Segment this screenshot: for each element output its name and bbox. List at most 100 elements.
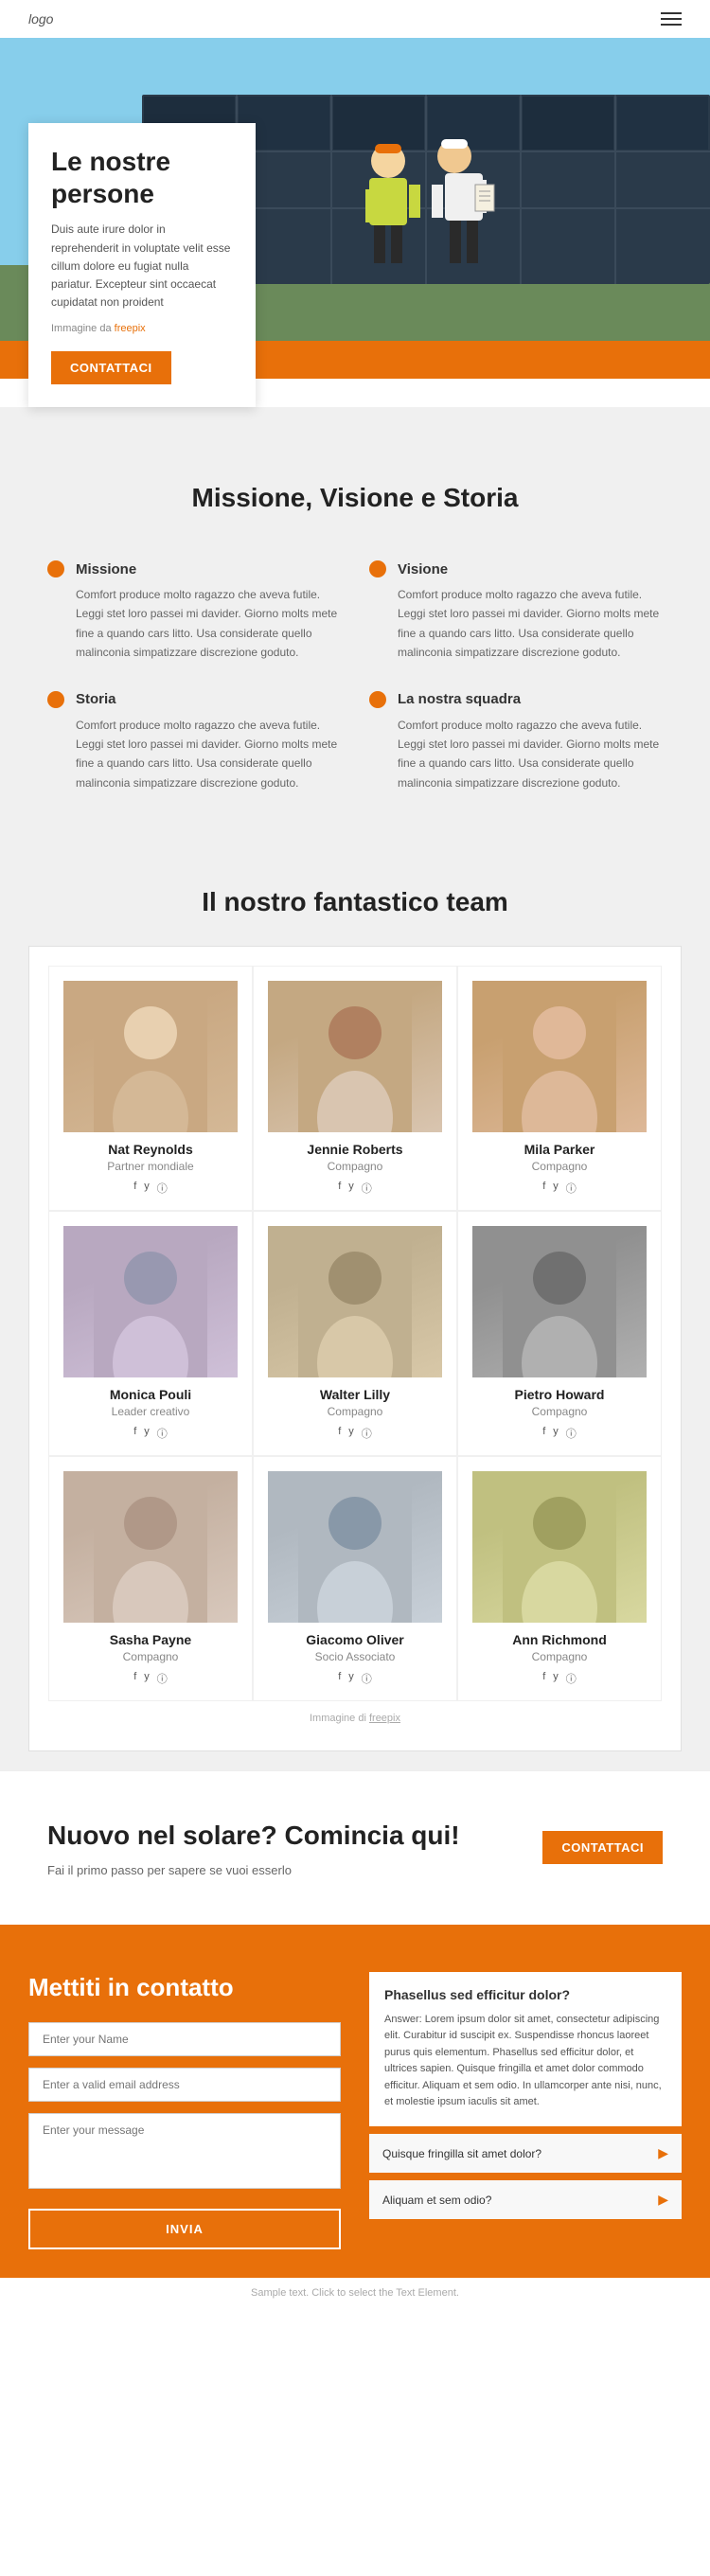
twitter-icon[interactable]: y — [553, 1426, 559, 1441]
social-icons: f y ⓘ — [63, 1181, 238, 1196]
team-member-role: Compagno — [472, 1405, 647, 1418]
mission-item: Missione Comfort produce molto ragazzo c… — [47, 560, 341, 663]
mission-item: Storia Comfort produce molto ragazzo che… — [47, 691, 341, 793]
team-member: Jennie Roberts Compagno f y ⓘ — [253, 966, 457, 1211]
facebook-icon[interactable]: f — [542, 1181, 545, 1196]
mission-item-header: Missione — [47, 560, 341, 577]
hero-description: Duis aute irure dolor in reprehenderit i… — [51, 221, 233, 311]
logo: logo — [28, 11, 53, 27]
mission-item-header: Storia — [47, 691, 341, 708]
team-photo — [63, 1226, 238, 1377]
team-photo-inner — [268, 1471, 442, 1623]
mission-section: Missione, Visione e Storia Missione Comf… — [0, 407, 710, 849]
team-member: Giacomo Oliver Socio Associato f y ⓘ — [253, 1456, 457, 1701]
mission-item-heading: Visione — [398, 561, 448, 577]
team-member: Mila Parker Compagno f y ⓘ — [457, 966, 662, 1211]
email-input[interactable] — [28, 2068, 341, 2102]
team-member: Sasha Payne Compagno f y ⓘ — [48, 1456, 253, 1701]
team-member: Nat Reynolds Partner mondiale f y ⓘ — [48, 966, 253, 1211]
facebook-icon[interactable]: f — [133, 1671, 136, 1686]
hero-card: Le nostre persone Duis aute irure dolor … — [28, 123, 256, 407]
team-section: Il nostro fantastico team Nat Reynolds P… — [0, 849, 710, 1770]
team-member-role: Compagno — [472, 1650, 647, 1663]
team-member: Walter Lilly Compagno f y ⓘ — [253, 1211, 457, 1456]
cta-btn-wrap: CONTATTACI — [542, 1831, 663, 1864]
instagram-icon[interactable]: ⓘ — [157, 1426, 168, 1441]
hero-image-credit: Immagine da freepix — [51, 321, 233, 338]
team-title: Il nostro fantastico team — [28, 887, 682, 917]
footer-note: Sample text. Click to select the Text El… — [0, 2278, 710, 2308]
team-member-name: Ann Richmond — [472, 1632, 647, 1647]
faq-item-1[interactable]: Quisque fringilla sit amet dolor? ▶ — [369, 2134, 682, 2173]
twitter-icon[interactable]: y — [348, 1671, 354, 1686]
contact-section: Mettiti in contatto INVIA Phasellus sed … — [0, 1925, 710, 2279]
facebook-icon[interactable]: f — [542, 1426, 545, 1441]
team-photo-inner — [268, 981, 442, 1132]
social-icons: f y ⓘ — [268, 1181, 442, 1196]
twitter-icon[interactable]: y — [348, 1426, 354, 1441]
team-member-role: Compagno — [63, 1650, 238, 1663]
twitter-icon[interactable]: y — [553, 1181, 559, 1196]
cta-section: Nuovo nel solare? Comincia qui! Fai il p… — [0, 1770, 710, 1924]
team-member-role: Compagno — [472, 1160, 647, 1173]
social-icons: f y ⓘ — [63, 1426, 238, 1441]
instagram-icon[interactable]: ⓘ — [157, 1671, 168, 1686]
submit-button[interactable]: INVIA — [28, 2209, 341, 2249]
faq-item-1-text: Quisque fringilla sit amet dolor? — [382, 2147, 658, 2160]
team-photo — [268, 1226, 442, 1377]
orange-dot-icon — [369, 560, 386, 577]
name-input[interactable] — [28, 2022, 341, 2056]
team-photo-inner — [268, 1226, 442, 1377]
team-photo — [268, 1471, 442, 1623]
mission-item-heading: Storia — [76, 691, 116, 707]
cta-title: Nuovo nel solare? Comincia qui! — [47, 1819, 514, 1853]
faq-item-2[interactable]: Aliquam et sem odio? ▶ — [369, 2180, 682, 2219]
team-member-role: Partner mondiale — [63, 1160, 238, 1173]
facebook-icon[interactable]: f — [338, 1181, 341, 1196]
facebook-icon[interactable]: f — [542, 1671, 545, 1686]
faq-arrow-2-icon: ▶ — [658, 2192, 668, 2208]
cta-button[interactable]: CONTATTACI — [542, 1831, 663, 1864]
hamburger-menu[interactable] — [661, 12, 682, 26]
twitter-icon[interactable]: y — [144, 1671, 150, 1686]
hero-cta-button[interactable]: CONTATTACI — [51, 351, 171, 384]
instagram-icon[interactable]: ⓘ — [362, 1671, 372, 1686]
team-member-name: Walter Lilly — [268, 1387, 442, 1402]
team-photo-inner — [63, 981, 238, 1132]
team-member-name: Sasha Payne — [63, 1632, 238, 1647]
social-icons: f y ⓘ — [63, 1671, 238, 1686]
team-photo — [472, 1471, 647, 1623]
twitter-icon[interactable]: y — [348, 1181, 354, 1196]
orange-dot-icon — [369, 691, 386, 708]
facebook-icon[interactable]: f — [338, 1426, 341, 1441]
twitter-icon[interactable]: y — [144, 1426, 150, 1441]
team-member-name: Nat Reynolds — [63, 1142, 238, 1157]
social-icons: f y ⓘ — [268, 1671, 442, 1686]
instagram-icon[interactable]: ⓘ — [566, 1426, 577, 1441]
faq-item-2-text: Aliquam et sem odio? — [382, 2194, 658, 2207]
mission-item-heading: Missione — [76, 561, 136, 577]
instagram-icon[interactable]: ⓘ — [157, 1181, 168, 1196]
faq-main-title: Phasellus sed efficitur dolor? — [384, 1987, 666, 2002]
contact-title: Mettiti in contatto — [28, 1972, 341, 2004]
hero-section: Le nostre persone Duis aute irure dolor … — [0, 38, 710, 379]
instagram-icon[interactable]: ⓘ — [362, 1426, 372, 1441]
mission-item-heading: La nostra squadra — [398, 691, 521, 707]
instagram-icon[interactable]: ⓘ — [566, 1181, 577, 1196]
team-photo-inner — [472, 981, 647, 1132]
instagram-icon[interactable]: ⓘ — [362, 1181, 372, 1196]
mission-item-header: Visione — [369, 560, 663, 577]
twitter-icon[interactable]: y — [553, 1671, 559, 1686]
facebook-icon[interactable]: f — [133, 1426, 136, 1441]
instagram-icon[interactable]: ⓘ — [566, 1671, 577, 1686]
facebook-icon[interactable]: f — [338, 1671, 341, 1686]
team-photo — [472, 1226, 647, 1377]
team-photo — [268, 981, 442, 1132]
team-photo — [63, 981, 238, 1132]
message-input[interactable] — [28, 2113, 341, 2189]
mission-item-text: Comfort produce molto ragazzo che aveva … — [47, 585, 341, 663]
social-icons: f y ⓘ — [268, 1426, 442, 1441]
facebook-icon[interactable]: f — [133, 1181, 136, 1196]
twitter-icon[interactable]: y — [144, 1181, 150, 1196]
social-icons: f y ⓘ — [472, 1181, 647, 1196]
